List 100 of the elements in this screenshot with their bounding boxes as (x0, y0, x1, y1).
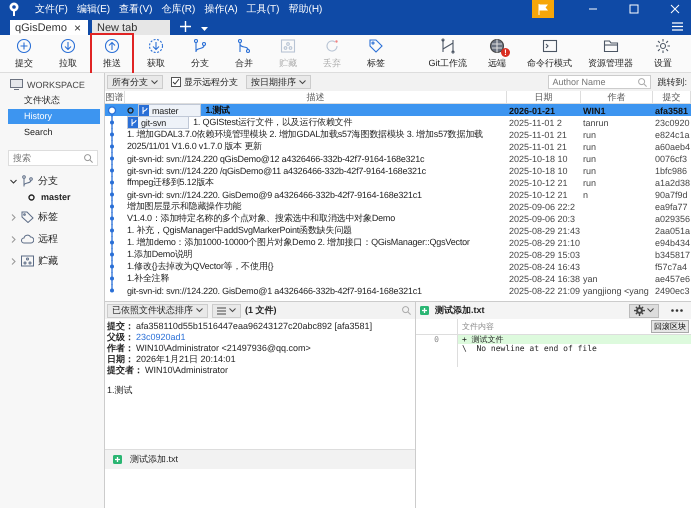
toolbar-button[interactable]: 标签 (356, 36, 396, 72)
add-tab-icon[interactable] (180, 21, 191, 32)
table-cell-text: e824c1a (654, 130, 691, 140)
close-icon[interactable] (670, 4, 680, 14)
author-search-box[interactable]: Author Name (548, 75, 652, 89)
sort-dropdown[interactable]: 按日期排序 (246, 75, 311, 89)
table-cell: yangjiong <yang (583, 286, 649, 296)
commit-row[interactable]: 1. 补充，QgisManager中addSvgMarkerPoint函数缺失问题 2025-08-29 21:43 2aa051a (105, 224, 691, 236)
author-search-field[interactable]: Author Name (552, 77, 638, 87)
commit-row[interactable]: 1.补全注释 2025-08-24 16:38 yan ae457e6 (105, 272, 691, 284)
commit-row[interactable]: master 1.测试 2026-01-21 WIN1 afa3581 (105, 104, 691, 116)
caret-icon (647, 308, 654, 313)
commit-row[interactable]: 1.修改{}去掉改为QVector等，不使用{} 2025-08-24 16:43 f57c7a4 (105, 260, 691, 272)
chevron-down-icon[interactable] (10, 178, 17, 184)
branch-icon (21, 175, 34, 187)
field-label: 日期： (107, 354, 134, 365)
tree-item[interactable]: 远程 (8, 230, 100, 248)
ring-icon (28, 194, 35, 200)
parent-link[interactable]: 23c0920ad1 (136, 332, 186, 343)
toolbar-button[interactable]: 设置 (643, 36, 683, 72)
menu-item[interactable]: 编辑(E) (76, 2, 110, 16)
menu-item[interactable]: 帮助(H) (288, 2, 322, 16)
menu-icon[interactable] (672, 22, 683, 31)
caret-icon (196, 308, 203, 313)
toolbar-button[interactable]: 分支 (180, 36, 220, 72)
branch-filter-dropdown[interactable]: 所有分支 (107, 75, 163, 89)
commit-row[interactable]: 增加图层显示和隐藏操作功能 2025-09-06 22:2 ea9fa77 (105, 200, 691, 212)
commit-row[interactable]: git-svn-id: svn://124.220. GisDemo@1 a4326466-332b-42f7-9164-168e321c1 2025-08-22 21:09 yangjiong <yang 2490ec3 (105, 284, 691, 296)
table-cell-text: 2025-08-29 21:43 (508, 226, 581, 236)
toolbar-button[interactable]: ! 远端 (477, 36, 517, 72)
commit-row[interactable]: 2025/11/01 V1.6.0 v1.7.0 版本 更新 2025-11-01 21 run a60aeb4 (105, 140, 691, 152)
table-cell-text: 1bfc986 (654, 166, 688, 176)
branch-icon (141, 106, 149, 115)
chevron-right-icon[interactable] (10, 236, 17, 242)
commit-row[interactable]: 1. 增加GDAL3.7.0依赖环境管理模块 2. 增加GDAL加载s57海图数据模块 3. 增加s57数据加载 2025-11-01 21 run e824c1a (105, 128, 691, 140)
sidebar-item[interactable]: 文件状态 (8, 93, 100, 108)
tree-item[interactable]: 标签 (8, 208, 100, 226)
toolbar-button[interactable]: 提交 (4, 36, 44, 72)
dropdown-icon[interactable] (201, 27, 208, 32)
toolbar-button[interactable]: 合并 (224, 36, 264, 72)
search-icon (84, 154, 93, 162)
commit-row[interactable]: V1.4.0：添加特定名称的多个点对象、搜索选中和取消选中对象Demo 2025-09-06 20:3 a029356 (105, 212, 691, 224)
checkbox[interactable] (171, 77, 181, 87)
more-icon[interactable] (671, 309, 683, 312)
chevron-right-icon[interactable] (10, 258, 17, 264)
table-cell: V1.4.0：添加特定名称的多个点对象、搜索选中和取消选中对象Demo (127, 212, 396, 225)
checkbox-label[interactable]: 显示远程分支 (184, 76, 238, 88)
commit-row[interactable]: 1. 增加demo：添加1000-10000个图片对象Demo 2. 增加接口：QGisManager::QgsVector 2025-08-29 21:10 e94b434 (105, 236, 691, 248)
toolbar-button[interactable]: 获取 (136, 36, 176, 72)
menu-item[interactable]: 操作(A) (204, 2, 238, 16)
table-cell-text: 2025-09-06 22:2 (508, 202, 576, 212)
jump-to-label: 跳转到: (656, 76, 688, 88)
commit-row[interactable]: git-svn-id: svn://124.220. GisDemo@9 a4326466-332b-42f7-9164-168e321c1 2025-10-12 21 n 90a7f9d (105, 188, 691, 200)
menu-item[interactable]: 工具(T) (246, 2, 280, 16)
view-mode-dropdown[interactable] (212, 304, 241, 318)
table-cell-text: afa3581 (654, 106, 690, 116)
branch-label[interactable]: master (138, 104, 202, 117)
tag-icon (368, 38, 384, 54)
table-cell: git-svn-id: svn://124.220. GisDemo@1 a4326466-332b-42f7-9164-168e321c1 (127, 286, 422, 296)
flag-icon (538, 4, 548, 14)
plus-circle-icon (16, 38, 32, 54)
search-field[interactable]: 搜索 (13, 153, 84, 163)
commit-row[interactable]: 1.添加Demo说明 2025-08-29 15:03 b345817 (105, 248, 691, 260)
tab[interactable]: New tab (92, 20, 170, 35)
table-cell-text: 2aa051a (654, 226, 691, 236)
branch-item[interactable]: master (8, 190, 100, 204)
close-tab-button[interactable]: × (74, 20, 81, 34)
tab[interactable]: qGisDemo × (10, 20, 88, 35)
toolbar-button[interactable]: 拉取 (48, 36, 88, 72)
maximize-icon[interactable] (629, 4, 639, 14)
field-label: 提交者： (107, 365, 143, 376)
table-cell: ffmpeg迁移到5.12版本 (127, 176, 214, 189)
tree-item[interactable]: 分支 (8, 172, 100, 190)
chevron-right-icon[interactable] (10, 214, 17, 220)
toolbar-button[interactable]: 推送 (92, 34, 132, 72)
tag-icon (21, 211, 34, 223)
caret-icon (151, 80, 158, 84)
table-cell-text: 23c0920 (654, 118, 691, 128)
tree-item[interactable]: 贮藏 (8, 252, 100, 270)
table-cell-text: 2025-08-24 16:38 (508, 274, 581, 284)
branch-label[interactable]: git-svn (127, 116, 190, 129)
toolbar-button[interactable]: 命令行模式 (521, 36, 578, 72)
settings-dropdown[interactable] (629, 304, 659, 318)
file-item[interactable]: 测试添加.txt (130, 453, 178, 466)
toolbar-button[interactable]: Git工作流 (422, 36, 473, 72)
toolbar-button[interactable]: 资源管理器 (582, 36, 639, 72)
commit-row[interactable]: git-svn-id: svn://124.220 qGisDemo@12 a4326466-332b-42f7-9164-168e321c 2025-10-18 10 run 0076cf3 (105, 152, 691, 164)
menu-item[interactable]: 查看(V) (119, 2, 152, 16)
menu-item[interactable]: 仓库(R) (161, 2, 196, 16)
revert-hunk-button[interactable]: 回滚区块 (651, 320, 689, 333)
commit-row[interactable]: git-svn-id: svn://124.220 /qGisDemo@11 a4326466-332b-42f7-9164-168e321c 2025-10-18 10 run 1bfc986 (105, 164, 691, 176)
search-box[interactable]: 搜索 (8, 150, 98, 166)
added-file-icon (420, 306, 429, 315)
commit-row[interactable]: ffmpeg迁移到5.12版本 2025-10-12 21 run a1a2d38 (105, 176, 691, 188)
table-cell: run (583, 130, 596, 140)
sidebar-item[interactable]: Search (8, 125, 100, 140)
commit-row[interactable]: git-svn 1. QGIStest运行文件，以及运行依赖文件 2025-11-01 2 tanrun 23c0920 (105, 116, 691, 128)
file-sort-dropdown[interactable]: 已依照文件状态排序 (107, 304, 208, 318)
table-cell: 1.修改{}去掉改为QVector等，不使用{} (127, 260, 274, 273)
menu-item[interactable]: 文件(F) (35, 2, 68, 16)
